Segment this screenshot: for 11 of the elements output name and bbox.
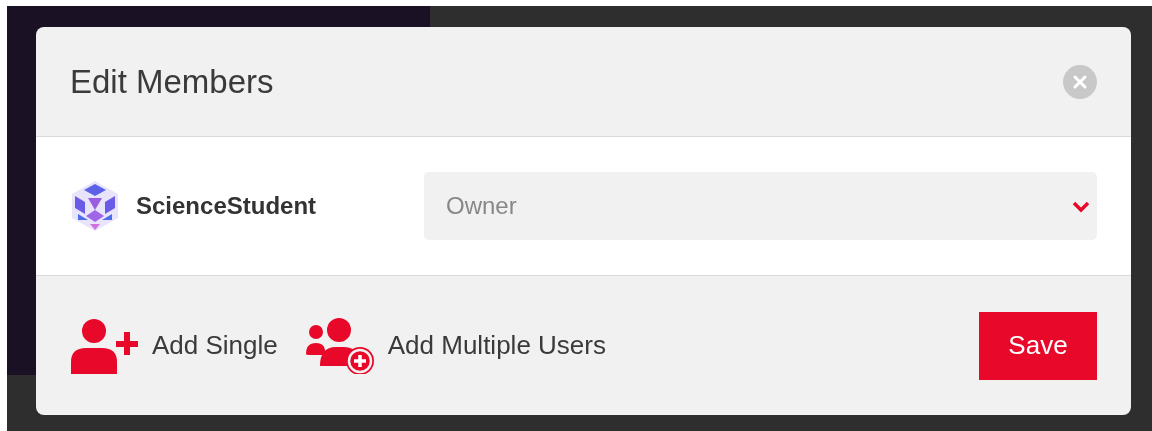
dialog-title: Edit Members — [70, 62, 274, 101]
close-icon — [1063, 64, 1097, 99]
add-users-icon — [305, 317, 376, 374]
add-multiple-button[interactable]: Add Multiple Users — [305, 317, 606, 374]
add-single-button[interactable]: Add Single — [70, 317, 278, 374]
save-button[interactable]: Save — [979, 311, 1097, 380]
member-name: ScienceStudent — [136, 192, 318, 220]
chevron-down-icon — [1071, 199, 1091, 213]
avatar-icon — [70, 180, 120, 232]
close-button[interactable] — [1063, 64, 1097, 99]
add-user-icon — [70, 317, 140, 374]
